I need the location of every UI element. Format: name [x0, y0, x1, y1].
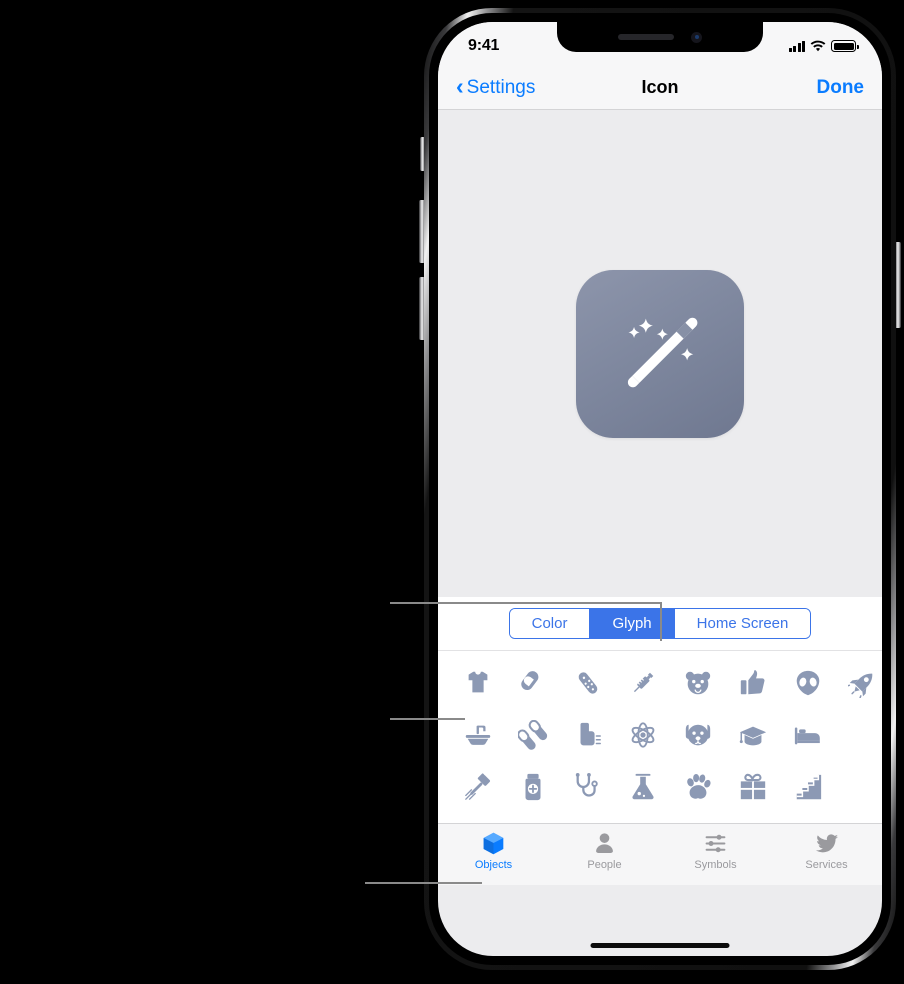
gift-glyph[interactable] [725, 764, 780, 810]
medicine-bottle-glyph[interactable] [505, 764, 560, 810]
tab-objects[interactable]: Objects [438, 831, 549, 871]
game-controller-glyph[interactable] [560, 660, 615, 706]
back-button-label: Settings [466, 76, 536, 98]
segment-home-screen[interactable]: Home Screen [674, 609, 811, 638]
glyph-row [438, 657, 882, 709]
bear-face-glyph[interactable] [670, 660, 725, 706]
status-time: 9:41 [468, 37, 500, 54]
home-indicator[interactable] [590, 943, 730, 948]
inhaler-glyph[interactable] [560, 712, 615, 758]
glyph-row [438, 709, 882, 761]
cellular-bars-icon [788, 40, 805, 52]
segment-glyph[interactable]: Glyph [590, 609, 675, 638]
tab-bar: Objects People Symbols Services [438, 823, 882, 885]
thumbs-up-glyph[interactable] [725, 660, 780, 706]
glyph-grid[interactable] [438, 651, 882, 823]
tab-label: People [587, 859, 622, 871]
person-icon [596, 833, 613, 853]
stairs-glyph[interactable] [780, 764, 835, 810]
callout-line-segment-horizontal [390, 602, 662, 604]
tab-symbols[interactable]: Symbols [660, 831, 771, 871]
paw-print-glyph[interactable] [670, 764, 725, 810]
segment-color[interactable]: Color [509, 609, 591, 638]
graduation-cap-glyph[interactable] [725, 712, 780, 758]
stethoscope-glyph[interactable] [560, 764, 615, 810]
gavel-glyph[interactable] [450, 764, 505, 810]
wifi-icon [810, 40, 826, 52]
front-camera-icon [691, 31, 702, 43]
magic-wand-app-icon [576, 269, 744, 438]
tshirt-glyph[interactable] [450, 660, 505, 706]
tab-label: Symbols [694, 859, 737, 871]
alien-glyph[interactable] [780, 660, 835, 706]
tab-label: Objects [474, 859, 513, 871]
flask-glyph[interactable] [615, 764, 670, 810]
pill-capsule-glyph[interactable] [505, 660, 560, 706]
dog-face-glyph[interactable] [670, 712, 725, 758]
pills-glyph[interactable] [505, 712, 560, 758]
twitter-bird-icon [815, 834, 839, 853]
magic-wand-glyph [627, 317, 698, 387]
tab-services[interactable]: Services [771, 831, 882, 871]
tab-label: Services [805, 859, 848, 871]
sliders-icon [705, 834, 726, 853]
battery-full-icon [831, 40, 859, 52]
status-indicators [788, 40, 859, 52]
atom-glyph[interactable] [615, 712, 670, 758]
done-button[interactable]: Done [817, 77, 865, 99]
iphone-device-frame: 9:41 ‹ Settings Icon Done Color Glyph Ho… [424, 8, 896, 970]
notch [557, 22, 763, 52]
chevron-left-icon: ‹ [456, 73, 464, 99]
back-button[interactable]: ‹ Settings [456, 73, 536, 99]
tab-people[interactable]: People [549, 831, 660, 871]
callout-line-tab [365, 882, 482, 884]
callout-line-glyph [390, 718, 465, 720]
syringe-glyph[interactable] [615, 660, 670, 706]
device-bezel: 9:41 ‹ Settings Icon Done Color Glyph Ho… [429, 13, 891, 965]
bed-glyph[interactable] [780, 712, 835, 758]
phone-screen: 9:41 ‹ Settings Icon Done Color Glyph Ho… [438, 22, 882, 956]
rocket-glyph[interactable] [835, 660, 882, 706]
earpiece-speaker-icon [618, 34, 674, 40]
icon-preview-area [438, 110, 882, 597]
navigation-bar: ‹ Settings Icon Done [438, 66, 882, 110]
callout-line-segment-vertical [660, 602, 662, 641]
cube-icon [483, 832, 504, 855]
screenshot-stage: 9:41 ‹ Settings Icon Done Color Glyph Ho… [0, 0, 904, 984]
glyph-row [438, 761, 882, 813]
